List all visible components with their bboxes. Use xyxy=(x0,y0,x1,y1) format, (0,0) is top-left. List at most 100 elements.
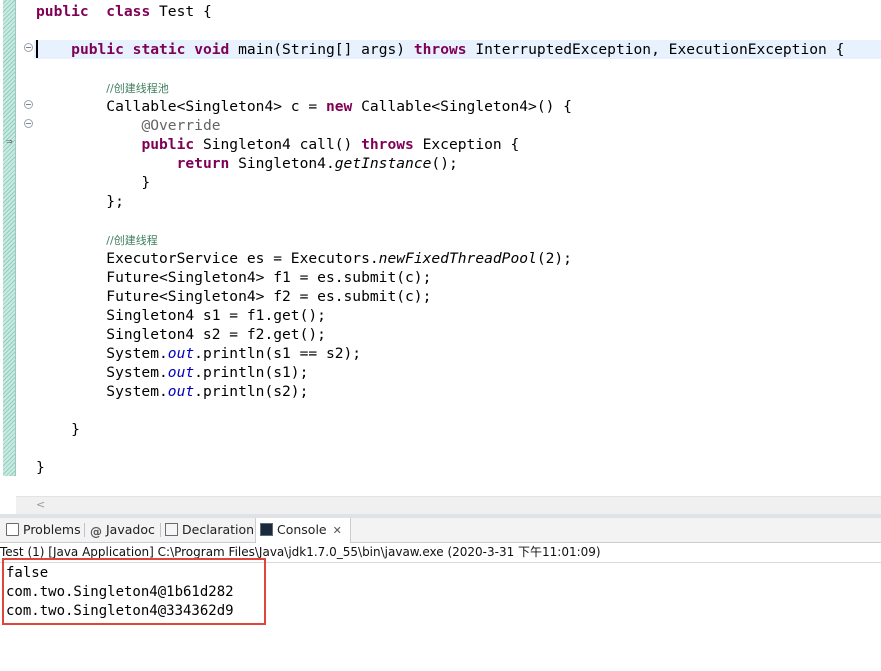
code-line[interactable]: System.out.println(s1); xyxy=(36,363,881,382)
code-comment: //创建线程池 xyxy=(106,82,169,95)
code-keyword: return xyxy=(176,155,230,172)
views-tab-bar: Problems @ Javadoc Declaration Console ✕ xyxy=(0,518,881,543)
code-token: Test { xyxy=(150,3,212,20)
code-line[interactable]: } xyxy=(36,173,881,192)
code-line[interactable]: } xyxy=(36,420,881,439)
tab-declaration[interactable]: Declaration xyxy=(165,518,254,542)
code-line[interactable]: public Singleton4 call() throws Exceptio… xyxy=(36,135,881,154)
scroll-left-icon[interactable]: < xyxy=(36,498,45,511)
code-line[interactable] xyxy=(36,439,881,458)
tab-label: Declaration xyxy=(182,522,255,537)
code-token: Future<Singleton4> f2 = es.submit(c); xyxy=(36,288,432,305)
change-ruler xyxy=(3,0,16,476)
code-line[interactable]: } xyxy=(36,458,881,477)
tab-label: Javadoc xyxy=(106,522,155,537)
code-keyword: new xyxy=(325,98,353,115)
code-line[interactable]: Callable<Singleton4> c = new Callable<Si… xyxy=(36,97,881,116)
highlight-box xyxy=(2,558,266,625)
fold-callable-icon[interactable] xyxy=(24,100,33,109)
javadoc-icon: @ xyxy=(90,525,102,539)
code-token: System. xyxy=(36,345,168,362)
tab-label: Console xyxy=(277,522,327,537)
tab-label: Problems xyxy=(23,522,81,537)
code-token: (2); xyxy=(536,250,572,267)
code-line[interactable]: Future<Singleton4> f1 = es.submit(c); xyxy=(36,268,881,287)
code-keyword: throws xyxy=(361,136,414,153)
code-keyword: void xyxy=(194,41,230,58)
code-line[interactable] xyxy=(36,401,881,420)
code-line[interactable] xyxy=(36,21,881,40)
code-line[interactable] xyxy=(36,59,881,78)
fold-call-icon[interactable] xyxy=(24,119,33,128)
code-line[interactable]: return Singleton4.getInstance(); xyxy=(36,154,881,173)
code-token: Singleton4 s1 = f1.get(); xyxy=(36,307,326,324)
override-marker-icon[interactable]: ⇒ xyxy=(6,138,14,146)
code-keyword: throws xyxy=(413,41,467,58)
code-token: out xyxy=(167,364,195,381)
code-line[interactable]: Singleton4 s1 = f1.get(); xyxy=(36,306,881,325)
code-token: Callable<Singleton4>() { xyxy=(352,98,572,115)
code-token: .println(s2); xyxy=(194,383,309,400)
tab-javadoc[interactable]: @ Javadoc xyxy=(90,518,155,542)
code-token: newFixedThreadPool xyxy=(378,250,537,267)
code-line[interactable]: ExecutorService es = Executors.newFixedT… xyxy=(36,249,881,268)
code-comment: //创建线程 xyxy=(106,234,158,247)
code-token: } xyxy=(36,459,45,476)
declaration-icon xyxy=(165,523,178,536)
code-keyword: public xyxy=(71,41,124,58)
code-token: System. xyxy=(36,364,168,381)
code-line[interactable]: Future<Singleton4> f2 = es.submit(c); xyxy=(36,287,881,306)
tab-console[interactable]: Console ✕ xyxy=(255,518,351,543)
code-token: }; xyxy=(36,193,124,210)
code-token: Callable<Singleton4> c = xyxy=(36,98,326,115)
code-token: Singleton4 call() xyxy=(194,136,362,153)
code-token: } xyxy=(36,421,80,438)
code-line[interactable]: Singleton4 s2 = f2.get(); xyxy=(36,325,881,344)
code-editor[interactable]: ⇒ public class Test { public static void… xyxy=(0,0,881,496)
code-token: main(String[] args) xyxy=(229,41,414,58)
code-token: getInstance xyxy=(334,155,432,172)
code-line[interactable]: System.out.println(s2); xyxy=(36,382,881,401)
code-line[interactable]: public static void main(String[] args) t… xyxy=(34,40,881,59)
code-token: out xyxy=(167,345,195,362)
close-icon[interactable]: ✕ xyxy=(333,524,342,537)
code-line[interactable]: @Override xyxy=(36,116,881,135)
text-caret xyxy=(36,40,38,58)
code-line[interactable] xyxy=(36,211,881,230)
code-keyword: static xyxy=(132,41,186,58)
code-keyword: public xyxy=(36,3,89,20)
fold-main-icon[interactable] xyxy=(24,43,33,52)
code-token: @Override xyxy=(141,117,221,134)
code-text[interactable]: public class Test { public static void m… xyxy=(34,2,881,477)
code-token: ExecutorService es = Executors. xyxy=(36,250,379,267)
code-keyword: class xyxy=(106,3,151,20)
horizontal-scrollbar[interactable]: < xyxy=(16,496,881,515)
problems-icon xyxy=(6,523,19,536)
code-token: Future<Singleton4> f1 = es.submit(c); xyxy=(36,269,432,286)
console-icon xyxy=(260,523,273,536)
code-token: .println(s1 == s2); xyxy=(194,345,362,362)
code-line[interactable]: System.out.println(s1 == s2); xyxy=(36,344,881,363)
code-token: Singleton4 s2 = f2.get(); xyxy=(36,326,326,343)
code-token: out xyxy=(167,383,195,400)
code-token: Exception { xyxy=(413,136,520,153)
code-token: System. xyxy=(36,383,168,400)
code-token: InterruptedException, ExecutionException… xyxy=(466,41,845,58)
tab-divider xyxy=(160,523,161,537)
code-line[interactable]: //创建线程 xyxy=(36,230,881,249)
code-token: .println(s1); xyxy=(194,364,309,381)
code-line[interactable]: public class Test { xyxy=(36,2,881,21)
tab-problems[interactable]: Problems xyxy=(6,518,81,542)
tab-divider xyxy=(84,523,85,537)
code-line[interactable]: //创建线程池 xyxy=(36,78,881,97)
code-line[interactable]: }; xyxy=(36,192,881,211)
